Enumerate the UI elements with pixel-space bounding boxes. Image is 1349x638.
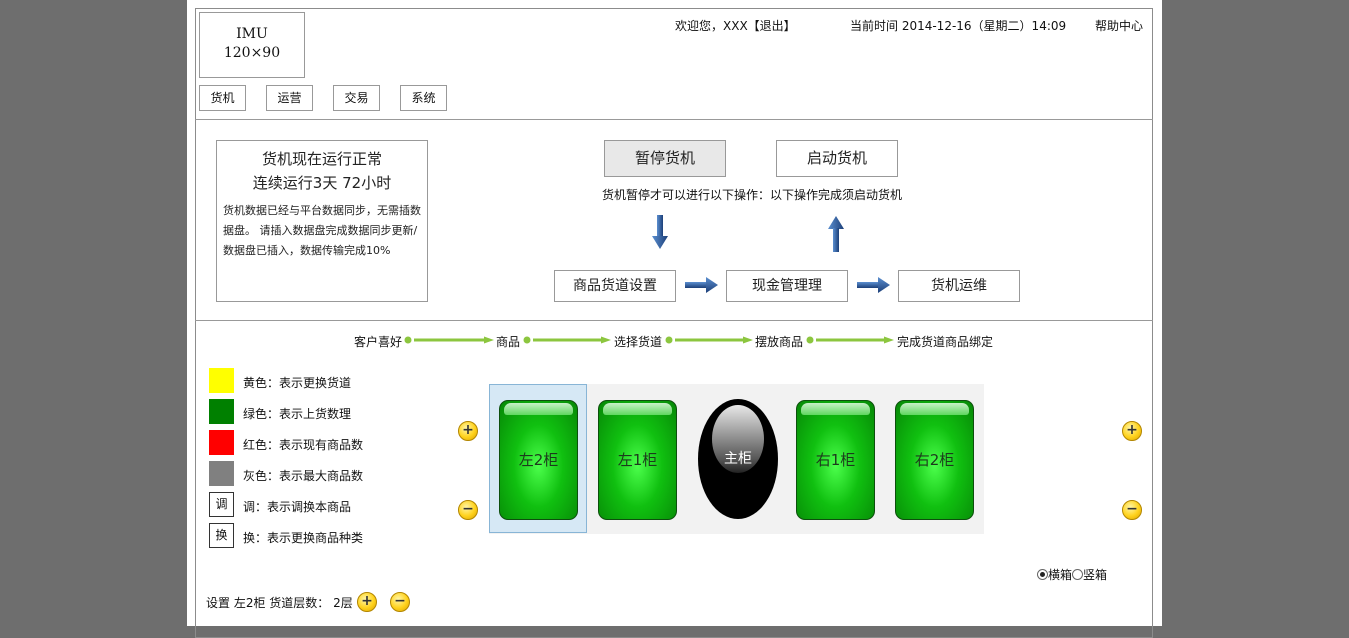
status-running: 货机现在运行正常 [261, 150, 382, 168]
radio-vertical[interactable] [1072, 569, 1084, 580]
legend-green-swatch [209, 399, 234, 424]
cabinet-left-1[interactable]: 左1柜 [598, 400, 677, 520]
legend-green-text: 绿色：表示上货数理 [243, 407, 352, 421]
divider [195, 320, 1153, 321]
flow-arrow-icon [806, 336, 894, 344]
current-time: 当前时间 2014-12-16（星期二）14:09 [850, 19, 1067, 33]
cabinet-right-2[interactable]: 右2柜 [895, 400, 974, 520]
cabinet-right-1[interactable]: 右1柜 [796, 400, 875, 520]
cabinet-right-1-label: 右1柜 [815, 451, 856, 469]
arrow-right-icon [857, 277, 890, 293]
logo-line1: IMU [236, 26, 268, 42]
start-machine-button[interactable]: 启动货机 [776, 140, 898, 177]
status-uptime: 连续运行3天 72小时 [252, 174, 392, 192]
cabinet-right-2-label: 右2柜 [914, 451, 955, 469]
legend-swap-mark: 调 [209, 492, 234, 517]
cabinet-left-2-label: 左2柜 [518, 451, 559, 469]
tab-system[interactable]: 系统 [400, 85, 447, 111]
cabinet-main-label: 主柜 [724, 451, 752, 467]
flow-step-preference: 客户喜好 [354, 335, 403, 349]
radio-horizontal-label[interactable]: 横箱 [1048, 568, 1072, 582]
legend-yellow-text: 黄色：表示更换货道 [243, 376, 352, 390]
slot-layer-setting-label: 设置 左2柜 货道层数： 2层 [206, 596, 353, 610]
tab-vending-machine[interactable]: 货机 [199, 85, 246, 111]
flow-step-place-product: 摆放商品 [755, 335, 804, 349]
add-left-cabinet-button[interactable]: + [458, 421, 478, 441]
flow-arrow-icon [523, 336, 611, 344]
radio-vertical-label[interactable]: 竖箱 [1083, 568, 1107, 582]
flow-step-product: 商品 [496, 335, 521, 349]
tab-operations[interactable]: 运营 [266, 85, 313, 111]
cash-management-button[interactable]: 现金管理理 [726, 270, 848, 302]
remove-right-cabinet-button[interactable]: − [1122, 500, 1142, 520]
legend-replace-text: 换：表示更换商品种类 [243, 531, 364, 545]
legend-red-text: 红色：表示现有商品数 [243, 438, 364, 452]
arrow-up-icon [828, 216, 844, 252]
increase-layers-button[interactable]: + [357, 592, 377, 612]
arrow-right-icon [685, 277, 718, 293]
help-center-link[interactable]: 帮助中心 [1095, 17, 1143, 34]
legend-gray-swatch [209, 461, 234, 486]
flow-arrow-icon [404, 336, 494, 344]
slot-setup-button[interactable]: 商品货道设置 [554, 270, 676, 302]
cabinet-main[interactable]: 主柜 [698, 399, 778, 519]
pause-machine-button[interactable]: 暂停货机 [604, 140, 726, 177]
machine-maintenance-button[interactable]: 货机运维 [898, 270, 1020, 302]
orientation-radio-group: 横箱 竖箱 [1037, 566, 1107, 583]
logo-placeholder: IMU 120×90 [199, 12, 305, 78]
page: IMU 120×90 欢迎您，XXX【退出】 当前时间 2014-12-16（星… [187, 0, 1162, 638]
logo-line2: 120×90 [223, 45, 281, 61]
add-right-cabinet-button[interactable]: + [1122, 421, 1142, 441]
arrow-down-icon [652, 215, 668, 249]
legend-red-swatch [209, 430, 234, 455]
decrease-layers-button[interactable]: − [390, 592, 410, 612]
remove-left-cabinet-button[interactable]: − [458, 500, 478, 520]
divider [195, 119, 1153, 120]
machine-status-panel: 货机现在运行正常 连续运行3天 72小时 货机数据已经与平台数据同步，无需插数据… [216, 140, 428, 302]
legend-replace-mark: 换 [209, 523, 234, 548]
tab-transactions[interactable]: 交易 [333, 85, 380, 111]
welcome-logout-link[interactable]: 欢迎您，XXX【退出】 [675, 17, 796, 34]
legend-yellow-swatch [209, 368, 234, 393]
legend-gray-text: 灰色：表示最大商品数 [243, 469, 364, 483]
flow-step-binding: 完成货道商品绑定 [897, 335, 994, 349]
cabinet-left-1-label: 左1柜 [617, 451, 658, 469]
legend-swap-text: 调：表示调换本商品 [243, 500, 352, 514]
cabinet-left-2[interactable]: 左2柜 [499, 400, 578, 520]
flow-step-select-slot: 选择货道 [614, 335, 663, 349]
flow-arrow-icon [665, 336, 753, 344]
status-sync-detail: 货机数据已经与平台数据同步，无需插数据盘。 请插入数据盘完成数据同步更新/数据盘… [223, 204, 421, 257]
operation-hint: 货机暂停才可以进行以下操作：以下操作完成须启动货机 [602, 188, 903, 202]
radio-horizontal[interactable] [1037, 569, 1048, 580]
